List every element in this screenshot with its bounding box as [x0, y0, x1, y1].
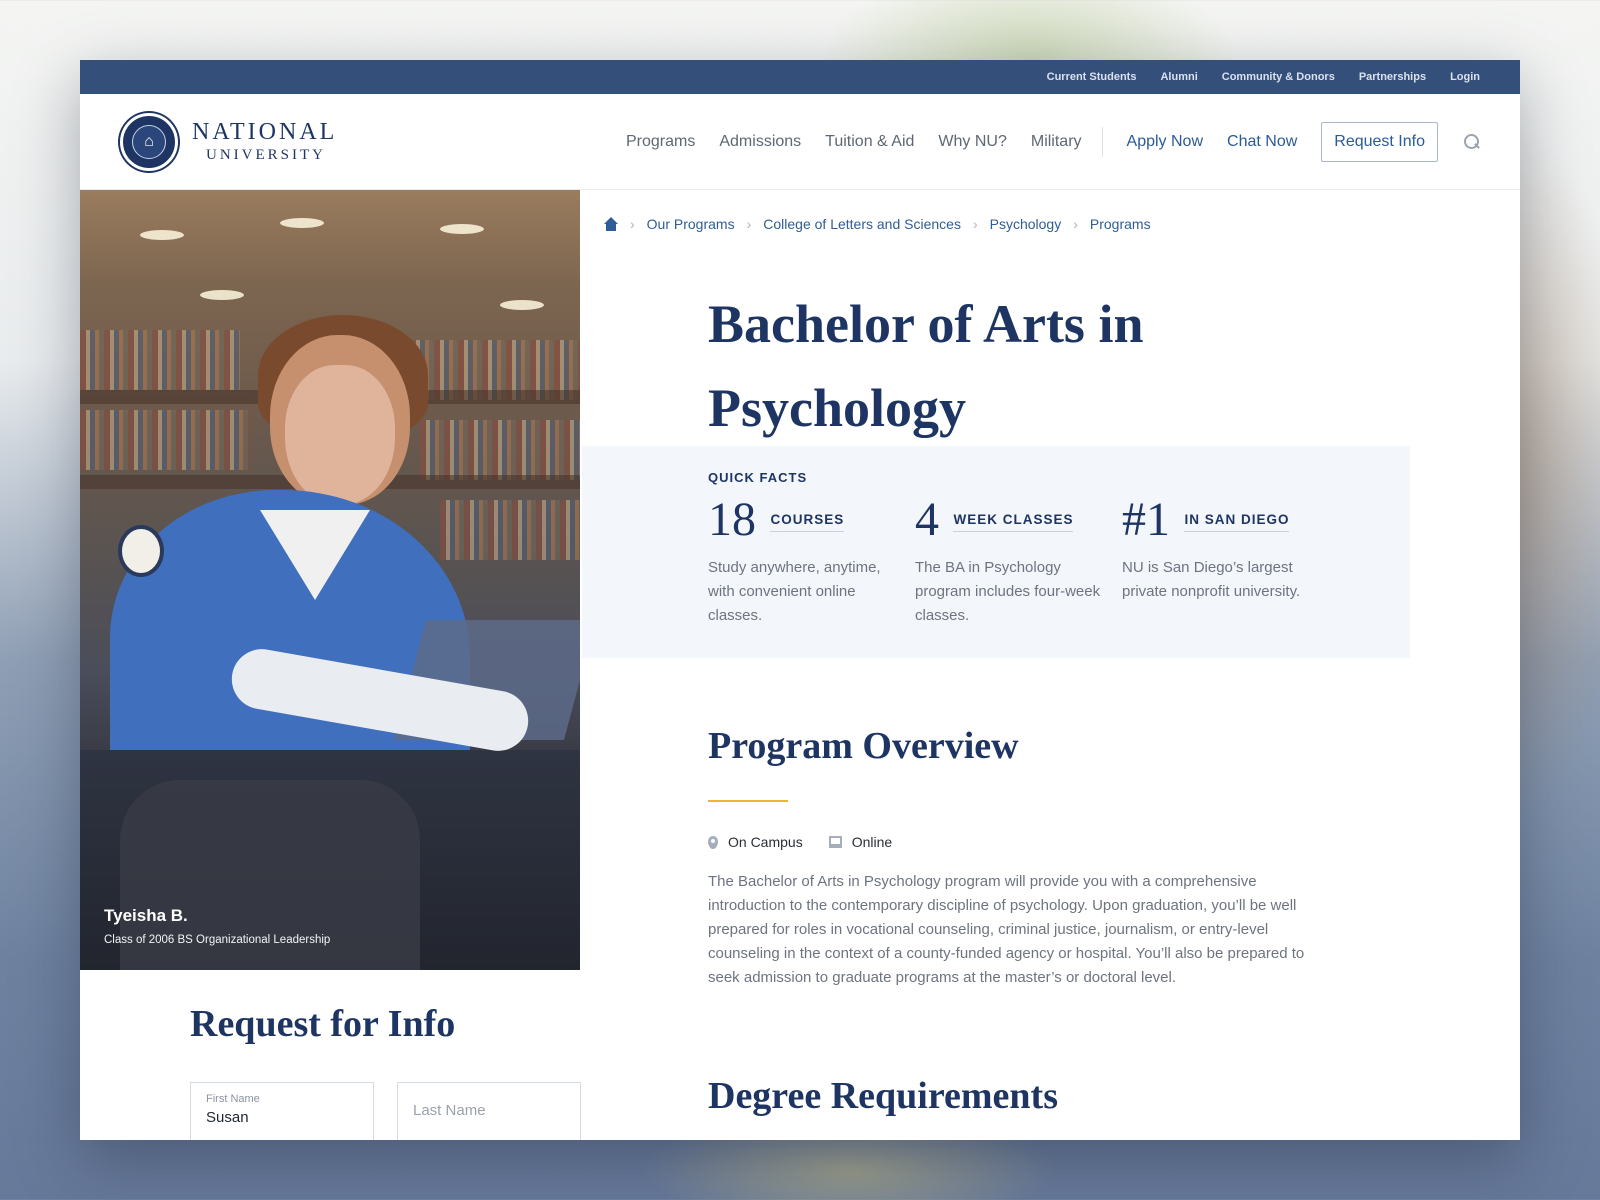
fact-description: The BA in Psychology program includes fo…: [915, 559, 1101, 624]
fact-week-classes: 4 WEEK CLASSES The BA in Psychology prog…: [915, 496, 1105, 628]
nav-tuition-aid[interactable]: Tuition & Aid: [825, 133, 914, 151]
utility-link-partnerships[interactable]: Partnerships: [1359, 71, 1426, 83]
ceiling-light: [140, 230, 184, 240]
nav-divider: [1101, 126, 1103, 157]
fact-description: Study anywhere, anytime, with convenient…: [708, 559, 881, 624]
fact-number: 4: [915, 493, 939, 546]
page-title: Bachelor of Arts in Psychology: [708, 294, 1144, 438]
first-name-field[interactable]: First Name Susan: [190, 1082, 374, 1140]
chevron-right-icon: ›: [972, 216, 978, 232]
breadcrumb-our-programs[interactable]: Our Programs: [647, 216, 735, 232]
university-logo[interactable]: ⌂ NATIONAL UNIVERSITY: [120, 112, 337, 171]
primary-nav: Programs Admissions Tuition & Aid Why NU…: [602, 121, 1480, 162]
student-class: Class of 2006 BS Organizational Leadersh…: [104, 934, 331, 946]
nav-admissions[interactable]: Admissions: [719, 133, 801, 151]
request-info-button[interactable]: Request Info: [1321, 121, 1438, 162]
utility-link-current-students[interactable]: Current Students: [1047, 71, 1137, 83]
location-pin-icon: [708, 835, 718, 849]
utility-link-community-donors[interactable]: Community & Donors: [1222, 71, 1335, 83]
university-seal-icon: ⌂: [120, 112, 178, 171]
ceiling-light: [280, 218, 324, 228]
student-name: Tyeisha B.: [104, 906, 188, 925]
seal-building-icon: ⌂: [132, 124, 166, 159]
browser-page: Current Students Alumni Community & Dono…: [80, 60, 1520, 1140]
program-overview-heading: Program Overview: [708, 725, 1019, 767]
student-hero-photo: Tyeisha B. Class of 2006 BS Organization…: [80, 190, 580, 970]
quick-facts-label: QUICK FACTS: [708, 470, 808, 485]
logo-wordmark: NATIONAL UNIVERSITY: [192, 120, 337, 163]
ceiling-light: [440, 224, 484, 234]
last-name-placeholder[interactable]: Last Name: [413, 1102, 486, 1119]
nav-military[interactable]: Military: [1031, 133, 1082, 151]
chat-now-link[interactable]: Chat Now: [1227, 133, 1297, 151]
search-icon[interactable]: [1464, 133, 1480, 150]
delivery-modes: On Campus Online: [708, 834, 892, 850]
page-content: Tyeisha B. Class of 2006 BS Organization…: [80, 190, 1520, 1140]
mode-online: Online: [851, 834, 893, 850]
first-name-value[interactable]: Susan: [206, 1109, 249, 1126]
fact-unit: COURSES: [770, 512, 845, 532]
uniform-patch-icon: [118, 525, 164, 577]
logo-line-university: UNIVERSITY: [206, 147, 326, 163]
ceiling-light: [200, 290, 244, 300]
program-overview-text: The Bachelor of Arts in Psychology progr…: [708, 873, 1305, 986]
apply-now-link[interactable]: Apply Now: [1127, 133, 1203, 151]
fact-description: NU is San Diego’s largest private nonpro…: [1122, 559, 1301, 600]
home-icon[interactable]: [604, 217, 618, 231]
chevron-right-icon: ›: [630, 216, 635, 232]
request-info-heading: Request for Info: [190, 1003, 456, 1045]
last-name-field[interactable]: Last Name: [397, 1082, 581, 1140]
mode-on-campus: On Campus: [728, 834, 803, 850]
bookshelf: [420, 420, 580, 480]
fact-san-diego: #1 IN SAN DIEGO NU is San Diego’s larges…: [1122, 496, 1312, 604]
breadcrumb-programs[interactable]: Programs: [1090, 216, 1151, 232]
nav-why-nu[interactable]: Why NU?: [938, 133, 1006, 151]
student-face: [285, 365, 395, 505]
main-navigation: ⌂ NATIONAL UNIVERSITY Programs Admission…: [80, 94, 1520, 190]
breadcrumb-psychology[interactable]: Psychology: [990, 216, 1062, 232]
utility-link-alumni[interactable]: Alumni: [1160, 71, 1197, 83]
first-name-label: First Name: [206, 1093, 260, 1105]
utility-link-login[interactable]: Login: [1450, 71, 1480, 83]
degree-requirements-heading: Degree Requirements: [708, 1075, 1058, 1117]
computer-icon: [828, 836, 842, 848]
breadcrumb: › Our Programs › College of Letters and …: [604, 216, 1151, 232]
bookshelf: [440, 500, 580, 560]
quick-facts-panel: QUICK FACTS 18 COURSES Study anywhere, a…: [582, 446, 1410, 658]
breadcrumb-college[interactable]: College of Letters and Sciences: [763, 216, 961, 232]
fact-unit: IN SAN DIEGO: [1184, 512, 1290, 532]
chevron-right-icon: ›: [1073, 216, 1078, 232]
nav-programs[interactable]: Programs: [626, 133, 695, 151]
chevron-right-icon: ›: [746, 216, 752, 232]
photo-caption: Tyeisha B. Class of 2006 BS Organization…: [104, 906, 330, 946]
bookshelf: [80, 410, 250, 470]
utility-bar: Current Students Alumni Community & Dono…: [80, 60, 1520, 94]
logo-line-national: NATIONAL: [192, 119, 338, 145]
fact-unit: WEEK CLASSES: [953, 512, 1074, 532]
fact-number: #1: [1122, 493, 1170, 546]
fact-number: 18: [708, 493, 756, 546]
fact-courses: 18 COURSES Study anywhere, anytime, with…: [708, 496, 898, 628]
ceiling-light: [500, 300, 544, 310]
bookshelf: [80, 330, 240, 390]
heading-accent-rule: [708, 800, 788, 802]
